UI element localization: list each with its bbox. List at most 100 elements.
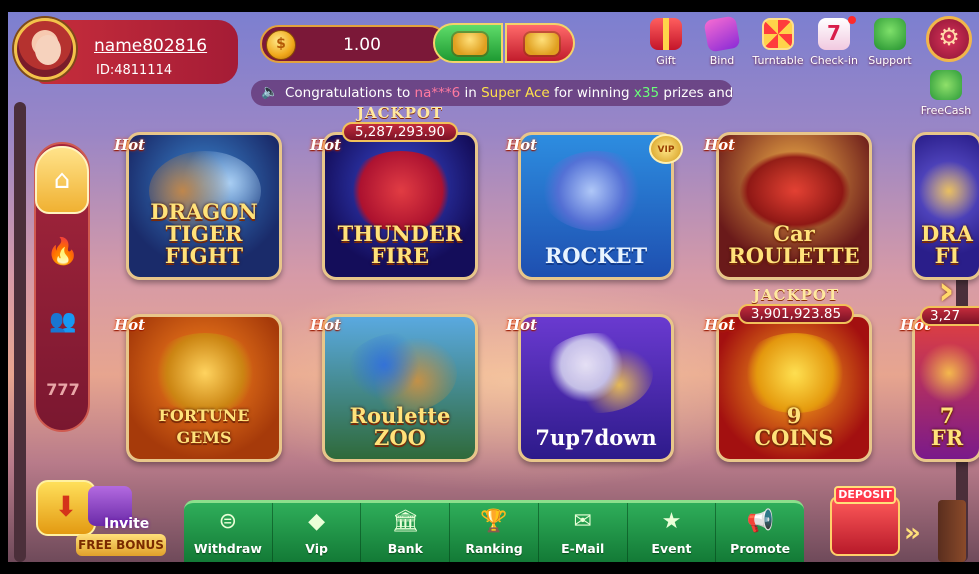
hot-badge: Hot — [114, 136, 146, 154]
deposit-cart-icon — [830, 496, 900, 556]
game-artwork — [541, 151, 653, 231]
game-title: ROCKET — [544, 243, 648, 268]
hot-badge: Hot — [310, 316, 342, 334]
category-hot[interactable]: 🔥 — [38, 220, 88, 284]
palm-tree — [14, 102, 26, 562]
nav-email-label: E-Mail — [561, 541, 605, 556]
coin-icon: $ — [266, 30, 296, 60]
nav-event-label: Event — [651, 541, 692, 556]
deposit-button[interactable]: DEPOSIT » — [826, 482, 936, 562]
gold-ingot-icon — [525, 33, 559, 55]
checkin-button[interactable]: Check-in — [806, 16, 862, 76]
user-id: ID:4811114 — [96, 63, 173, 78]
turntable-button[interactable]: Turntable — [750, 16, 806, 76]
people-icon: 👥 — [49, 309, 77, 334]
jackpot-banner: JACKPOT 3,901,923.85 — [736, 286, 856, 326]
nav-email[interactable]: ✉ E-Mail — [539, 503, 628, 562]
game-title: DRAGON TIGER FIGHT — [150, 199, 258, 268]
nav-withdraw-label: Withdraw — [193, 541, 262, 556]
category-sidebar: ⌂ 🔥 👥 777 — [34, 142, 90, 432]
jackpot-value: 5,287,293.90 — [342, 122, 458, 142]
nav-event[interactable]: ★ Event — [628, 503, 717, 562]
balance-value: 1.00 — [343, 35, 381, 55]
invite-label: Invite — [104, 516, 150, 532]
treasure-chest-icon — [453, 33, 487, 55]
wooden-post — [938, 500, 966, 562]
game-title: 9 COINS — [754, 403, 834, 450]
home-icon: ⌂ — [53, 165, 71, 195]
gift-icon — [650, 18, 682, 50]
hot-badge: Hot — [704, 136, 736, 154]
marquee-text: Congratulations to na***6 in Super Ace f… — [285, 85, 733, 101]
top-actions: Gift Bind Turntable Check-in Support — [638, 15, 918, 76]
nav-bank[interactable]: 🏛 Bank — [361, 503, 451, 562]
gear-icon: ⚙ — [938, 23, 960, 51]
avatar[interactable] — [14, 18, 76, 80]
freecash-button[interactable]: FreeCash — [916, 70, 976, 120]
bind-label: Bind — [709, 54, 735, 67]
nav-vip-label: Vip — [305, 541, 328, 556]
game-tile-dragon-fish[interactable]: DRA FI — [912, 132, 979, 280]
gift-button[interactable]: Gift — [638, 16, 694, 76]
nav-withdraw[interactable]: ⊜ Withdraw — [184, 503, 273, 562]
game-artwork — [739, 151, 851, 231]
fire-icon: 🔥 — [46, 237, 80, 267]
game-lobby: name802816 ID:4811114 $ 1.00 Gift Bind T… — [8, 12, 979, 562]
game-title: 7up7down — [535, 425, 657, 450]
withdraw-icon: ⊜ — [218, 509, 238, 534]
treasure-chest-button[interactable] — [433, 23, 503, 63]
nav-vip[interactable]: ◆ Vip — [273, 503, 362, 562]
game-artwork — [149, 333, 261, 413]
mail-icon: ✉ — [573, 509, 592, 534]
vip-diamond-icon: ◆ — [308, 509, 326, 534]
jackpot-title: JACKPOT — [752, 286, 840, 304]
username[interactable]: name802816 — [94, 36, 207, 56]
nav-promote-label: Promote — [730, 541, 791, 556]
bind-button[interactable]: Bind — [694, 15, 750, 76]
nav-bank-label: Bank — [387, 541, 423, 556]
turntable-icon — [762, 18, 794, 50]
invite-button[interactable]: Invite FREE BONUS — [30, 470, 170, 560]
bank-icon: 🏛 — [391, 509, 420, 534]
speaker-icon: 🔈 — [261, 84, 279, 100]
phone-bind-icon — [703, 15, 741, 53]
nav-promote[interactable]: 📢 Promote — [716, 503, 804, 562]
bottom-nav: ⊜ Withdraw ◆ Vip 🏛 Bank 🏆 Ranking ✉ E-Ma… — [184, 500, 804, 562]
category-slots[interactable]: 777 — [38, 358, 88, 422]
settings-button[interactable]: ⚙ — [926, 16, 972, 62]
announcement-marquee: 🔈 Congratulations to na***6 in Super Ace… — [251, 80, 733, 106]
gold-ingot-button[interactable] — [505, 23, 575, 63]
support-button[interactable]: Support — [862, 16, 918, 76]
chevron-right-icon: » — [904, 518, 921, 548]
event-icon: ★ — [661, 509, 682, 534]
gift-label: Gift — [656, 54, 676, 67]
trophy-icon: 🏆 — [480, 509, 508, 534]
deposit-label: DEPOSIT — [834, 486, 896, 504]
nav-ranking[interactable]: 🏆 Ranking — [450, 503, 539, 562]
jackpot-title: JACKPOT — [356, 104, 444, 122]
turntable-label: Turntable — [752, 54, 804, 67]
profile-panel[interactable]: name802816 ID:4811114 — [8, 12, 253, 88]
jackpot-value: 3,27 — [920, 306, 979, 326]
game-artwork — [541, 333, 653, 413]
game-artwork — [919, 151, 979, 231]
vip-badge: VIP — [649, 134, 683, 164]
category-home[interactable]: ⌂ — [35, 146, 89, 214]
hot-badge: Hot — [114, 316, 146, 334]
game-artwork — [919, 333, 979, 413]
game-title: Roulette ZOO — [349, 403, 451, 450]
checkin-label: Check-in — [810, 54, 858, 67]
jackpot-value: 3,901,923.85 — [738, 304, 854, 324]
category-live[interactable]: 👥 — [38, 290, 88, 354]
notification-dot — [848, 16, 856, 24]
balance-display[interactable]: $ 1.00 — [260, 25, 448, 63]
hot-badge: Hot — [506, 136, 538, 154]
hot-badge: Hot — [506, 316, 538, 334]
jackpot-banner: 3,27 — [920, 286, 979, 326]
game-title: FORTUNE GEMS — [158, 406, 250, 447]
calendar-check-icon — [818, 18, 850, 50]
game-title: 7 FR — [930, 403, 964, 450]
game-artwork — [345, 151, 457, 231]
promote-icon: 📢 — [746, 509, 774, 534]
game-title: Car ROULETTE — [728, 221, 860, 268]
